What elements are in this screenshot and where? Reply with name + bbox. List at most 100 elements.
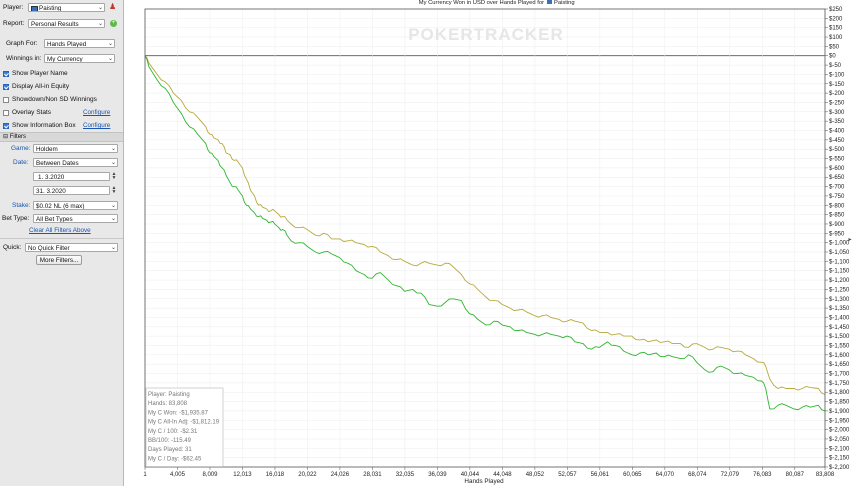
report-value: Personal Results — [31, 21, 79, 28]
y-tick-label: $-1,300 — [829, 297, 850, 303]
info-box-frame — [145, 387, 224, 467]
y-tick-label: $-300 — [829, 110, 845, 116]
checkbox-icon[interactable] — [3, 83, 9, 90]
y-tick-label: $-350 — [829, 119, 845, 125]
checkbox-label: Showdown/Non SD Winnings — [12, 96, 97, 103]
winnings-in-label: Winnings in: — [6, 55, 42, 62]
x-tick-label: 80,087 — [786, 472, 805, 478]
bet-type-value: All Bet Types — [36, 216, 73, 223]
y-tick-label: $-250 — [829, 100, 845, 106]
checkbox-label: Display All-in Equity — [12, 83, 70, 90]
y-tick-label: $-200 — [829, 91, 845, 97]
info-box-line: Hands: 83,808 — [148, 401, 188, 407]
filters-header[interactable]: ⊟ Filters — [0, 132, 123, 142]
checkbox-show-info-box[interactable]: Show Information Box — [3, 120, 76, 131]
y-tick-label: $-650 — [829, 175, 845, 181]
grid-lines — [144, 8, 826, 468]
stake-row: Stake: — [12, 200, 30, 211]
y-tick-label: $-1,350 — [829, 306, 850, 312]
date-select[interactable]: Between Dates ⌄ — [33, 158, 118, 167]
y-tick-label: $-1,100 — [829, 259, 850, 265]
winnings-in-select[interactable]: My Currency ⌄ — [44, 54, 115, 63]
plot-frame — [144, 8, 826, 468]
x-tick-label: 8,009 — [202, 472, 218, 478]
checkbox-icon[interactable] — [3, 122, 9, 129]
game-row: Game: — [11, 143, 31, 154]
x-tick-label: 12,013 — [233, 472, 252, 478]
collapse-arrow-icon[interactable]: ▸ — [848, 237, 851, 243]
checkbox-label: Show Player Name — [12, 70, 68, 77]
y-tick-label: $-1,750 — [829, 381, 850, 387]
configure-overlay-link[interactable]: Configure — [83, 109, 110, 116]
y-tick-label: $-600 — [829, 166, 845, 172]
quick-label: Quick: — [3, 244, 22, 251]
info-box-line: My C All-In Adj: -$1,812.19 — [148, 420, 220, 426]
date-value: Between Dates — [36, 160, 79, 167]
y-tick-label: $-700 — [829, 185, 845, 191]
chart-panel: POKERTRACKER My Currency Won in USD over… — [124, 0, 854, 486]
x-tick-label: 83,808 — [816, 472, 835, 478]
x-tick-label: 60,065 — [623, 472, 642, 478]
y-tick-label: $150 — [829, 26, 843, 32]
stake-select[interactable]: $0.02 NL (6 max) ⌄ — [33, 201, 118, 210]
checkbox-overlay-stats[interactable]: Overlay Stats — [3, 107, 51, 118]
date-to-field[interactable]: 31. 3.2020 — [33, 186, 110, 195]
x-tick-label: 36,039 — [428, 472, 447, 478]
date-to-value: 31. 3.2020 — [36, 188, 66, 195]
y-tick-label: $200 — [829, 16, 843, 22]
player-select[interactable]: Paisting ⌄ — [28, 3, 105, 12]
bet-type-select[interactable]: All Bet Types ⌄ — [33, 214, 118, 223]
player-value: Paisting — [39, 5, 62, 12]
checkbox-showdown-winnings[interactable]: Showdown/Non SD Winnings — [3, 94, 97, 105]
graph-for-select[interactable]: Hands Played ⌄ — [44, 39, 115, 48]
checkbox-icon[interactable] — [3, 70, 9, 77]
y-tick-label: $-1,800 — [829, 390, 850, 396]
date-label: Date: — [13, 159, 29, 166]
y-tick-label: $-550 — [829, 157, 845, 163]
user-icon[interactable]: ♟ — [109, 3, 116, 11]
y-tick-label: $-1,150 — [829, 269, 850, 275]
more-filters-button[interactable]: More Filters... — [36, 255, 82, 265]
checkbox-icon[interactable] — [3, 109, 9, 116]
add-icon[interactable]: + — [110, 20, 117, 27]
graph-for-label: Graph For: — [6, 40, 38, 47]
clear-filters-link[interactable]: Clear All Filters Above — [29, 227, 91, 234]
chevron-down-icon: ⌄ — [107, 41, 113, 47]
date-to-stepper[interactable]: ▲ ▼ — [111, 186, 117, 195]
date-from-field[interactable]: 1. 3.2020 — [33, 172, 110, 181]
date-from-stepper[interactable]: ▲ ▼ — [111, 172, 117, 181]
report-select[interactable]: Personal Results ⌄ — [28, 19, 105, 28]
info-box-line: Player: Paisting — [148, 392, 190, 398]
configure-info-box-link[interactable]: Configure — [83, 122, 110, 129]
series-line — [144, 55, 826, 395]
y-tick-label: $-1,900 — [829, 409, 850, 415]
quick-filter-value: No Quick Filter — [28, 245, 70, 252]
y-tick-label: $-1,850 — [829, 400, 850, 406]
collapse-icon[interactable]: ⊟ — [0, 134, 8, 140]
game-select[interactable]: Holdem ⌄ — [33, 144, 118, 153]
quick-filter-select[interactable]: No Quick Filter ⌄ — [25, 243, 118, 252]
info-box-line: My C Won: -$1,935.87 — [148, 410, 209, 416]
y-tick-label: $100 — [829, 35, 843, 41]
x-tick-label: 52,057 — [558, 472, 577, 478]
checkbox-display-allin-equity[interactable]: Display All-in Equity — [3, 81, 69, 92]
game-value: Holdem — [36, 146, 58, 153]
y-tick-label: $0 — [829, 54, 836, 60]
checkbox-icon[interactable] — [3, 96, 9, 103]
chevron-down-icon: ⌄ — [110, 203, 116, 209]
y-tick-label: $-500 — [829, 147, 845, 153]
x-tick-label: 64,070 — [656, 472, 675, 478]
y-tick-label: $250 — [829, 7, 843, 13]
filters-title: Filters — [9, 134, 27, 140]
y-tick-label: $-1,450 — [829, 325, 850, 331]
settings-sidebar: Player: Paisting ⌄ ♟ Report: Personal Re… — [0, 0, 124, 486]
date-from-value: 1. 3.2020 — [38, 174, 65, 181]
x-tick-label: 68,074 — [688, 472, 707, 478]
winnings-chart[interactable]: POKERTRACKER My Currency Won in USD over… — [124, 0, 854, 486]
chart-title-text: My Currency Won in USD over Hands Played… — [419, 0, 544, 6]
divider — [0, 238, 123, 239]
y-tick-label: $-2,200 — [829, 465, 850, 471]
x-tick-label: 1 — [143, 472, 147, 478]
checkbox-show-player-name[interactable]: Show Player Name — [3, 68, 68, 79]
quick-row: Quick: — [3, 242, 21, 253]
